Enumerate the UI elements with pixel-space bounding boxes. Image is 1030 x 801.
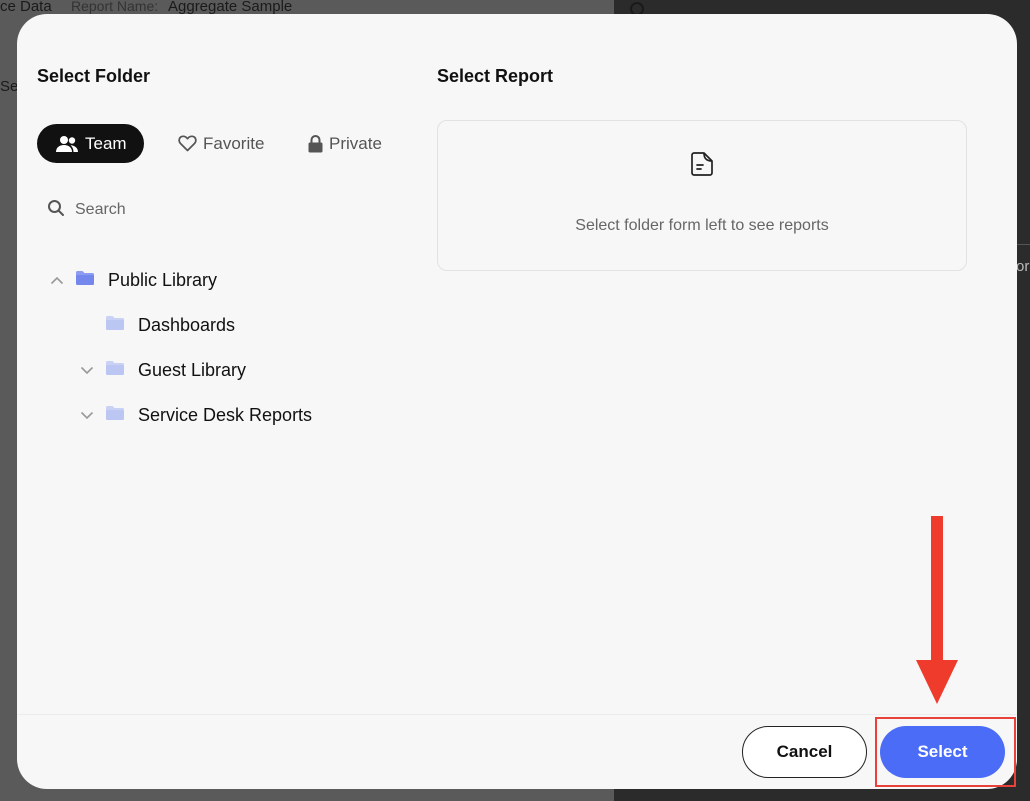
tree-item-service-desk-reports[interactable]: Service Desk Reports — [77, 400, 312, 430]
select-report-title: Select Report — [437, 66, 554, 86]
backdrop-data-label: ce Data — [0, 0, 52, 15]
report-empty-message: Select folder form left to see reports — [575, 217, 829, 234]
backdrop-report-name-value: Aggregate Sample — [168, 0, 293, 15]
backdrop-divider — [1016, 244, 1030, 245]
chevron-down-icon[interactable] — [77, 360, 97, 380]
backdrop-report-name-label: Report Name: — [71, 0, 159, 14]
search-placeholder: Search — [75, 201, 126, 218]
search-icon — [47, 199, 65, 222]
chevron-up-icon[interactable] — [47, 270, 67, 290]
tree-item-label: Service Desk Reports — [138, 404, 313, 425]
select-folder-title: Select Folder — [37, 66, 151, 86]
chevron-down-icon[interactable] — [77, 405, 97, 425]
backdrop-right-text: or — [1016, 258, 1030, 275]
annotation-arrow-shaft — [931, 516, 943, 664]
folder-icon — [105, 405, 125, 426]
tab-favorite-label: Favorite — [203, 133, 265, 153]
document-icon — [688, 150, 716, 183]
tree-item-guest-library[interactable]: Guest Library — [77, 355, 246, 385]
lock-icon — [308, 134, 323, 153]
backdrop-side-text: Se — [0, 78, 19, 95]
tree-item-label: Public Library — [108, 269, 218, 290]
tab-private[interactable]: Private — [290, 124, 400, 163]
annotation-arrow-head — [916, 660, 958, 704]
select-report-modal: Select Folder Select Report Team Favorit… — [17, 14, 1017, 789]
folder-icon — [105, 360, 125, 381]
folder-icon — [75, 270, 95, 291]
tree-item-label: Dashboards — [138, 314, 236, 335]
tree-item-dashboards[interactable]: Dashboards — [77, 310, 235, 340]
folder-icon — [105, 315, 125, 336]
users-icon — [55, 135, 79, 153]
report-list-empty-state: Select folder form left to see reports — [437, 120, 967, 271]
footer-divider — [17, 714, 1017, 715]
cancel-button[interactable]: Cancel — [742, 726, 867, 778]
tab-favorite[interactable]: Favorite — [160, 124, 282, 163]
tab-team[interactable]: Team — [37, 124, 144, 163]
folder-search-input[interactable]: Search — [47, 198, 387, 222]
tab-private-label: Private — [329, 133, 382, 153]
tree-item-label: Guest Library — [138, 359, 247, 380]
select-button[interactable]: Select — [880, 726, 1005, 778]
tree-item-public-library[interactable]: Public Library — [47, 265, 217, 295]
heart-icon — [178, 135, 197, 152]
tab-team-label: Team — [85, 133, 127, 153]
